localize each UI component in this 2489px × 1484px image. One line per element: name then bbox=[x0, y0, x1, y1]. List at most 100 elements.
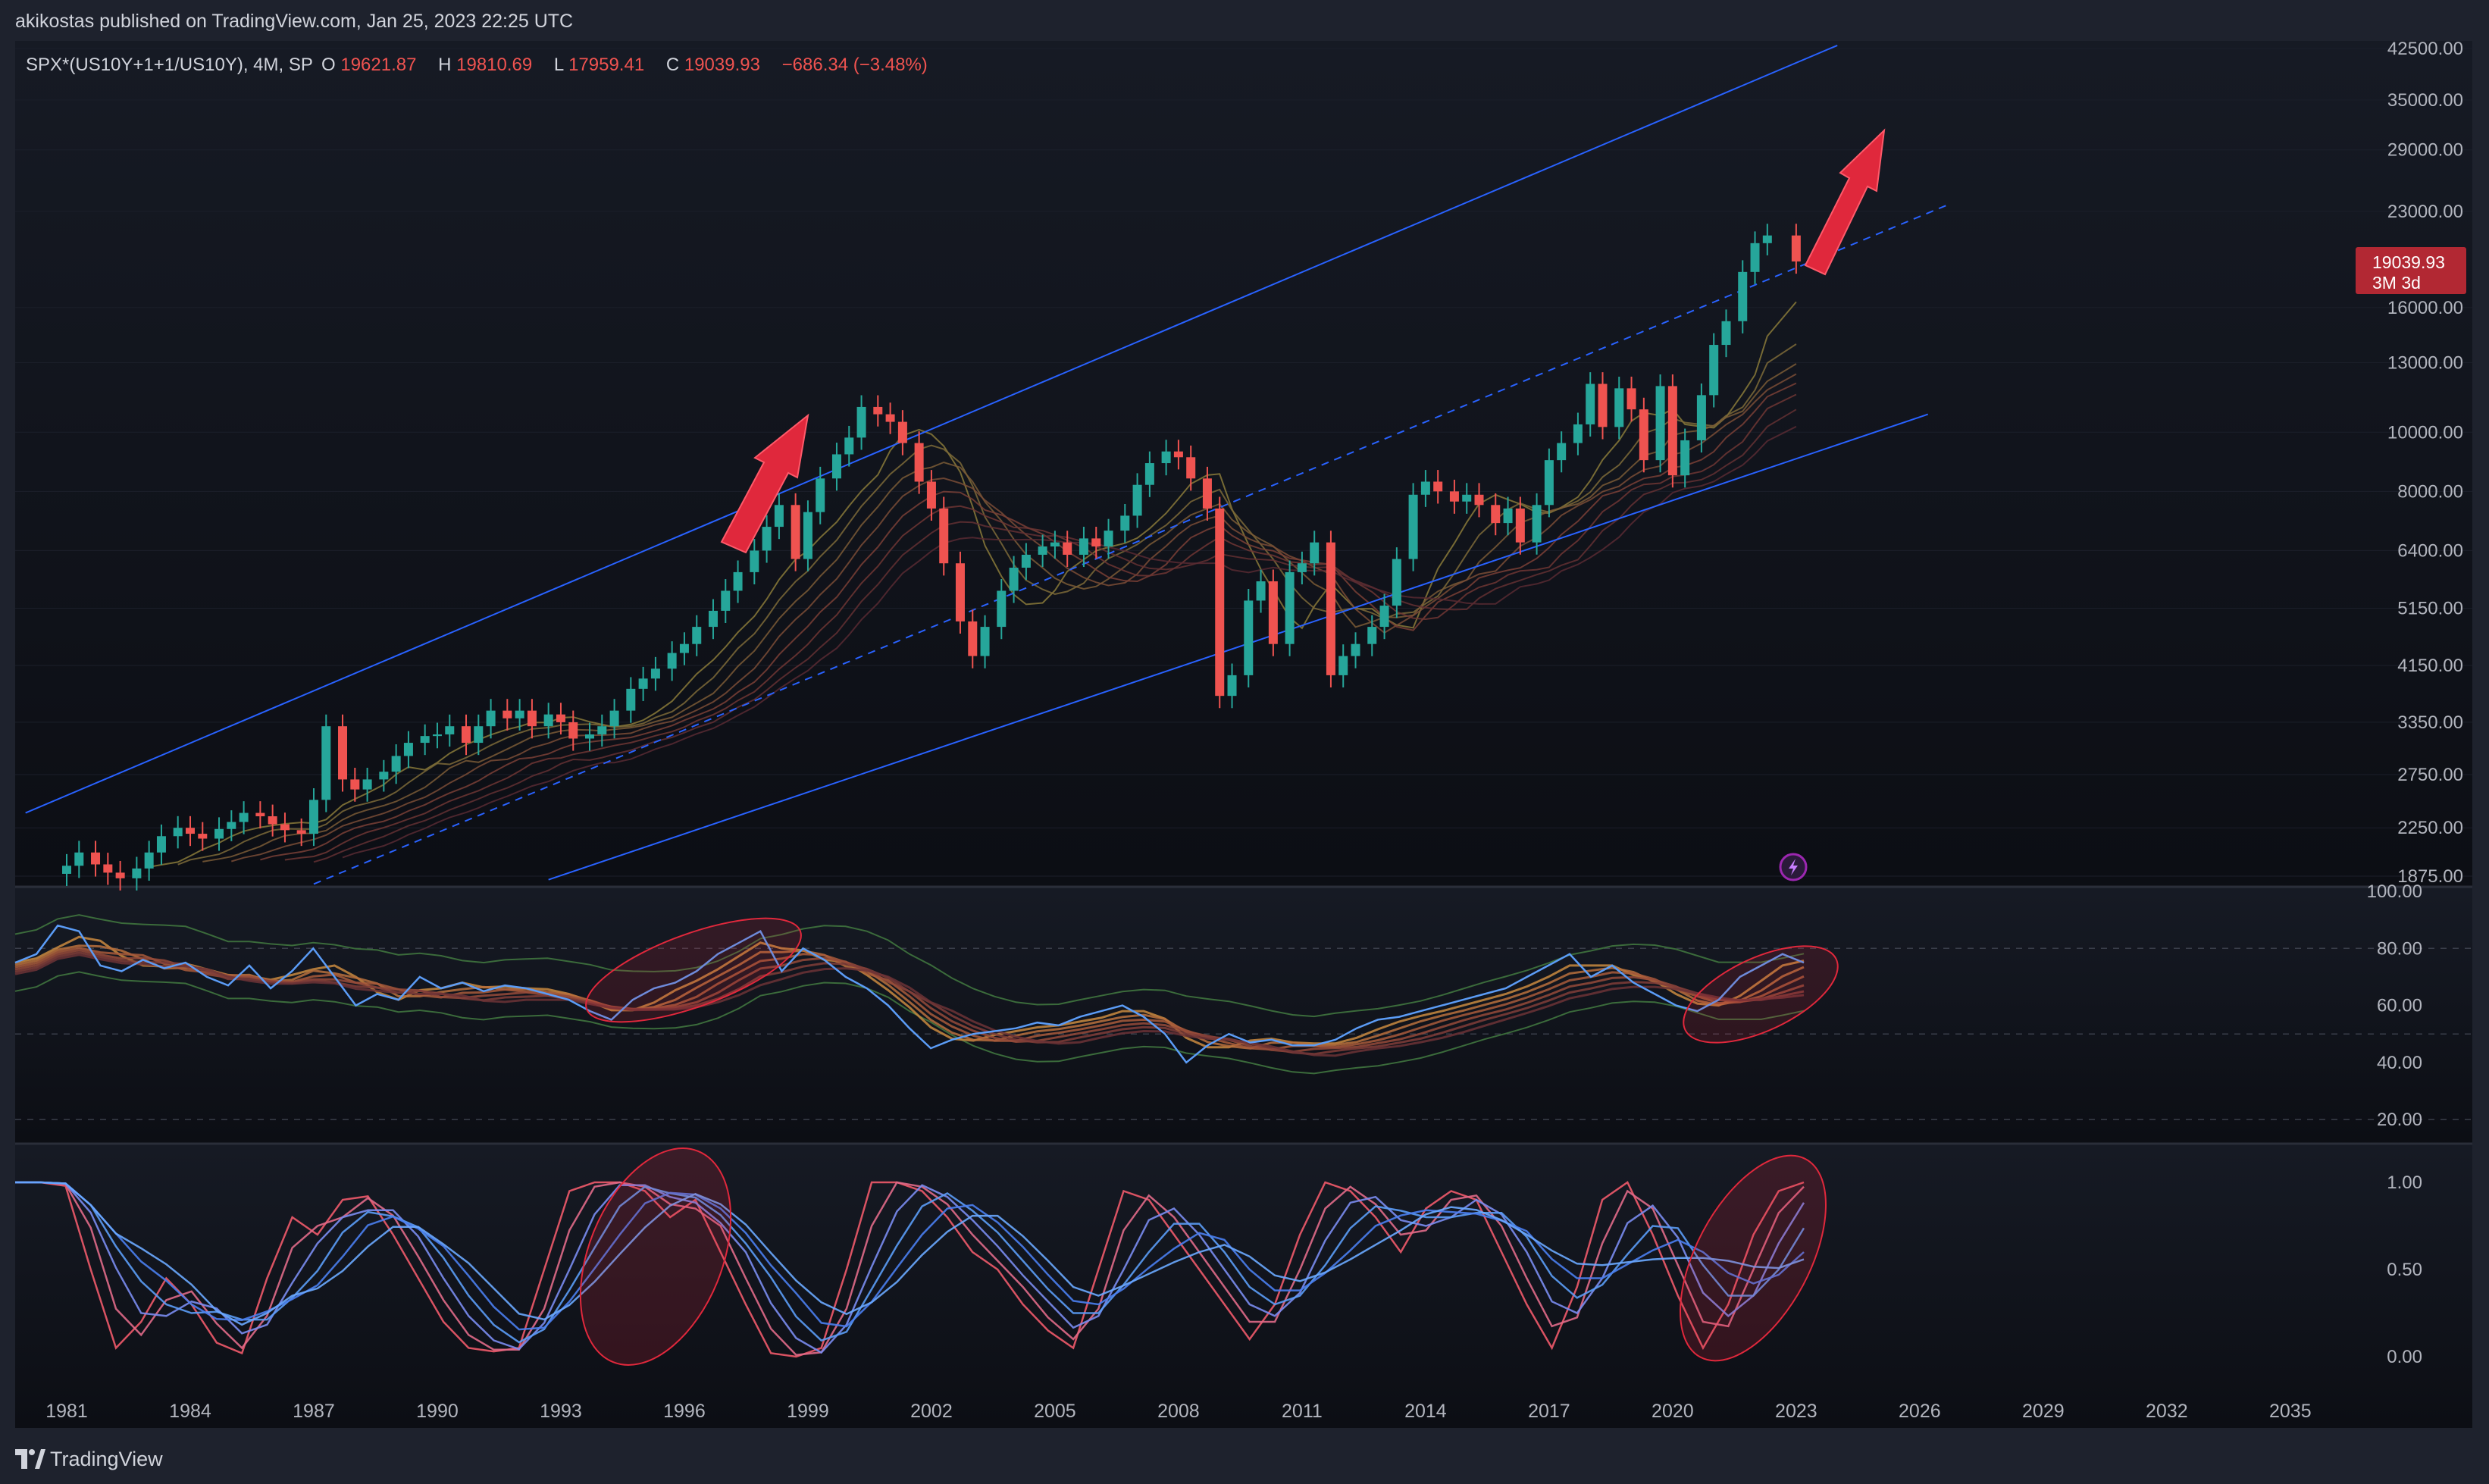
candle-body bbox=[1063, 542, 1072, 555]
candle-body bbox=[1408, 494, 1418, 559]
time-tick-label: 2014 bbox=[1404, 1401, 1447, 1422]
candle-body bbox=[350, 779, 360, 790]
candle-body bbox=[650, 668, 660, 679]
tradingview-brand[interactable]: TradingView bbox=[50, 1448, 163, 1471]
rsi-tick-label: 100.00 bbox=[2367, 881, 2422, 902]
candle-body bbox=[1544, 460, 1554, 506]
time-tick-label: 2026 bbox=[1899, 1401, 1941, 1422]
price-tick-label: 16000.00 bbox=[2387, 298, 2463, 318]
candle-body bbox=[1367, 627, 1377, 644]
candle-body bbox=[74, 852, 84, 866]
candle-body bbox=[556, 714, 565, 722]
candle-body bbox=[1038, 546, 1047, 555]
candle-body bbox=[1709, 345, 1719, 396]
candle-body bbox=[420, 736, 430, 744]
candle-body bbox=[268, 816, 277, 825]
candle-body bbox=[955, 563, 965, 621]
candle-body bbox=[1050, 542, 1060, 547]
lightning-icon[interactable] bbox=[1779, 853, 1808, 881]
price-tick-label: 23000.00 bbox=[2387, 202, 2463, 222]
candle-body bbox=[62, 866, 71, 874]
legend-symbol: SPX*(US10Y+1+1/US10Y), 4M, SP bbox=[26, 55, 313, 75]
candle-body bbox=[1449, 491, 1459, 502]
candle-body bbox=[132, 868, 142, 878]
candle-body bbox=[667, 653, 677, 669]
time-tick-label: 1993 bbox=[540, 1401, 582, 1422]
candle-body bbox=[1161, 451, 1171, 464]
candle-body bbox=[1614, 388, 1624, 427]
candle-body bbox=[474, 726, 484, 744]
candle-body bbox=[762, 527, 772, 551]
candle-body bbox=[1285, 571, 1295, 644]
stoch-tick-label: 0.00 bbox=[2387, 1347, 2422, 1367]
candle-body bbox=[1433, 481, 1443, 492]
candle-body bbox=[1310, 542, 1320, 564]
price-tick-label: 2250.00 bbox=[2397, 818, 2463, 838]
candle-body bbox=[1667, 386, 1677, 476]
candle-body bbox=[1268, 581, 1278, 644]
candle-body bbox=[527, 710, 537, 727]
publish-info: akikostas published on TradingView.com, … bbox=[15, 11, 574, 32]
candle-body bbox=[1750, 243, 1760, 272]
time-tick-label: 2011 bbox=[1282, 1401, 1323, 1422]
time-tick-label: 2017 bbox=[1528, 1401, 1570, 1422]
candle-body bbox=[1244, 600, 1254, 675]
candle-body bbox=[885, 414, 895, 422]
candle-body bbox=[1515, 508, 1525, 543]
candle-body bbox=[1186, 457, 1196, 479]
price-tick-label: 13000.00 bbox=[2387, 352, 2463, 373]
price-tick-label: 5150.00 bbox=[2397, 598, 2463, 618]
time-tick-label: 2029 bbox=[2022, 1401, 2065, 1422]
candle-body bbox=[173, 828, 183, 837]
candle-body bbox=[568, 722, 578, 739]
candle-body bbox=[1738, 271, 1748, 321]
publish-header: akikostas published on TradingView.com, … bbox=[0, 0, 2489, 41]
candle-body bbox=[692, 627, 702, 644]
candle-body bbox=[1791, 235, 1801, 261]
candle-body bbox=[185, 828, 195, 834]
candle-body bbox=[626, 688, 636, 711]
legend-ohlc: O 19621.87 H 19810.69 L 17959.41 C 19039… bbox=[321, 55, 928, 75]
candle-body bbox=[362, 779, 372, 790]
time-tick-label: 1987 bbox=[293, 1401, 335, 1422]
time-tick-label: 1996 bbox=[663, 1401, 706, 1422]
legend-high-label: H bbox=[438, 55, 451, 75]
candle-body bbox=[462, 726, 471, 744]
candle-body bbox=[1297, 563, 1307, 572]
candle-body bbox=[721, 590, 731, 611]
price-tick-label: 4150.00 bbox=[2397, 656, 2463, 676]
price-tick-label: 2750.00 bbox=[2397, 765, 2463, 785]
candle-body bbox=[156, 836, 166, 853]
candle-body bbox=[1215, 508, 1225, 697]
candle-body bbox=[1202, 478, 1212, 509]
candle-body bbox=[831, 454, 841, 479]
candle-body bbox=[803, 512, 812, 559]
candle-body bbox=[914, 443, 924, 482]
candle-body bbox=[1586, 384, 1595, 424]
last-price-countdown: 3M 3d bbox=[2372, 273, 2421, 293]
rsi-tick-label: 40.00 bbox=[2377, 1053, 2422, 1073]
candle-body bbox=[103, 864, 113, 873]
main-pane-bg bbox=[15, 41, 2472, 887]
legend-change: −686.34 (−3.48%) bbox=[782, 55, 928, 75]
candle-body bbox=[1762, 235, 1772, 243]
legend-open-label: O bbox=[321, 55, 336, 75]
price-tick-label: 29000.00 bbox=[2387, 140, 2463, 161]
candle-body bbox=[1379, 606, 1389, 628]
candle-body bbox=[1721, 321, 1731, 346]
candle-body bbox=[1680, 440, 1690, 476]
candle-body bbox=[502, 710, 512, 719]
candle-body bbox=[597, 726, 607, 734]
tradingview-logo-icon[interactable] bbox=[15, 1446, 45, 1472]
candle-body bbox=[280, 824, 290, 831]
candle-body bbox=[926, 481, 936, 509]
candle-body bbox=[750, 550, 759, 572]
candle-body bbox=[1598, 384, 1608, 427]
candle-body bbox=[543, 714, 553, 727]
candle-body bbox=[1091, 538, 1101, 547]
candle-body bbox=[1639, 409, 1648, 461]
rsi-tick-label: 20.00 bbox=[2377, 1110, 2422, 1130]
candle-body bbox=[445, 726, 455, 734]
candle-body bbox=[1532, 505, 1542, 543]
candle-body bbox=[968, 621, 978, 656]
